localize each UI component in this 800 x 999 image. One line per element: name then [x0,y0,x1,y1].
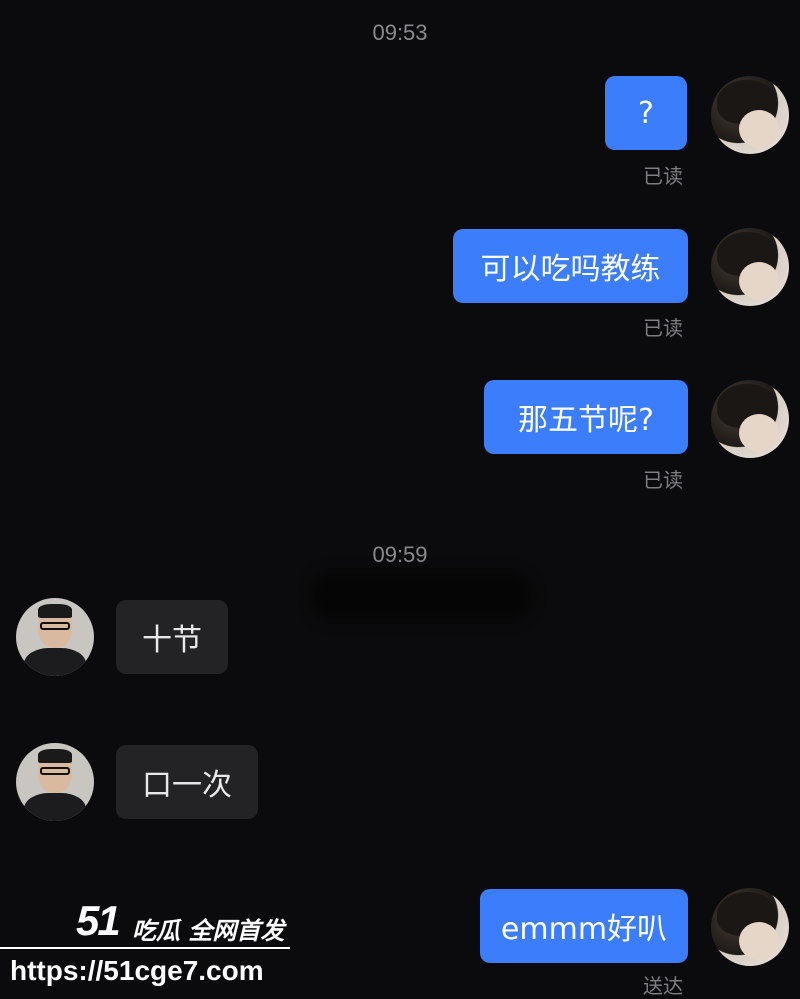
avatar-face [739,110,779,148]
sent-message-bubble[interactable]: ? [605,76,687,150]
watermark-url: https://51cge7.com [10,955,264,986]
watermark-tagline: 吃瓜 全网首发 [132,917,285,945]
sent-message-bubble[interactable]: 可以吃吗教练 [453,229,688,303]
coach-avatar[interactable] [16,743,94,821]
avatar-body [24,648,86,676]
my-avatar[interactable] [711,888,789,966]
avatar-face [739,414,779,452]
avatar-body [24,793,86,821]
my-avatar[interactable] [711,228,789,306]
received-message-bubble[interactable]: 十节 [116,600,228,674]
watermark-divider [0,947,290,949]
read-status: 已读 [643,164,683,188]
avatar-hair [38,749,72,763]
delivered-status: 送达 [643,974,683,998]
avatar-glasses [40,622,70,630]
timestamp: 09:59 [372,542,428,567]
coach-avatar[interactable] [16,598,94,676]
avatar-face [739,922,779,960]
my-avatar[interactable] [711,380,789,458]
my-avatar[interactable] [711,76,789,154]
read-status: 已读 [643,468,683,492]
redacted-sender-name [312,572,532,620]
avatar-hair [38,604,72,618]
avatar-glasses [40,767,70,775]
sent-message-bubble[interactable]: 那五节呢? [484,380,688,454]
timestamp: 09:53 [372,20,428,45]
received-message-bubble[interactable]: 口一次 [116,745,258,819]
watermark-logo: 51 [76,897,121,944]
read-status: 已读 [643,316,683,340]
watermark: 51 吃瓜 全网首发 https://51cge7.com [0,895,310,997]
avatar-face [739,262,779,300]
sent-message-bubble[interactable]: emmm好叭 [480,889,688,963]
